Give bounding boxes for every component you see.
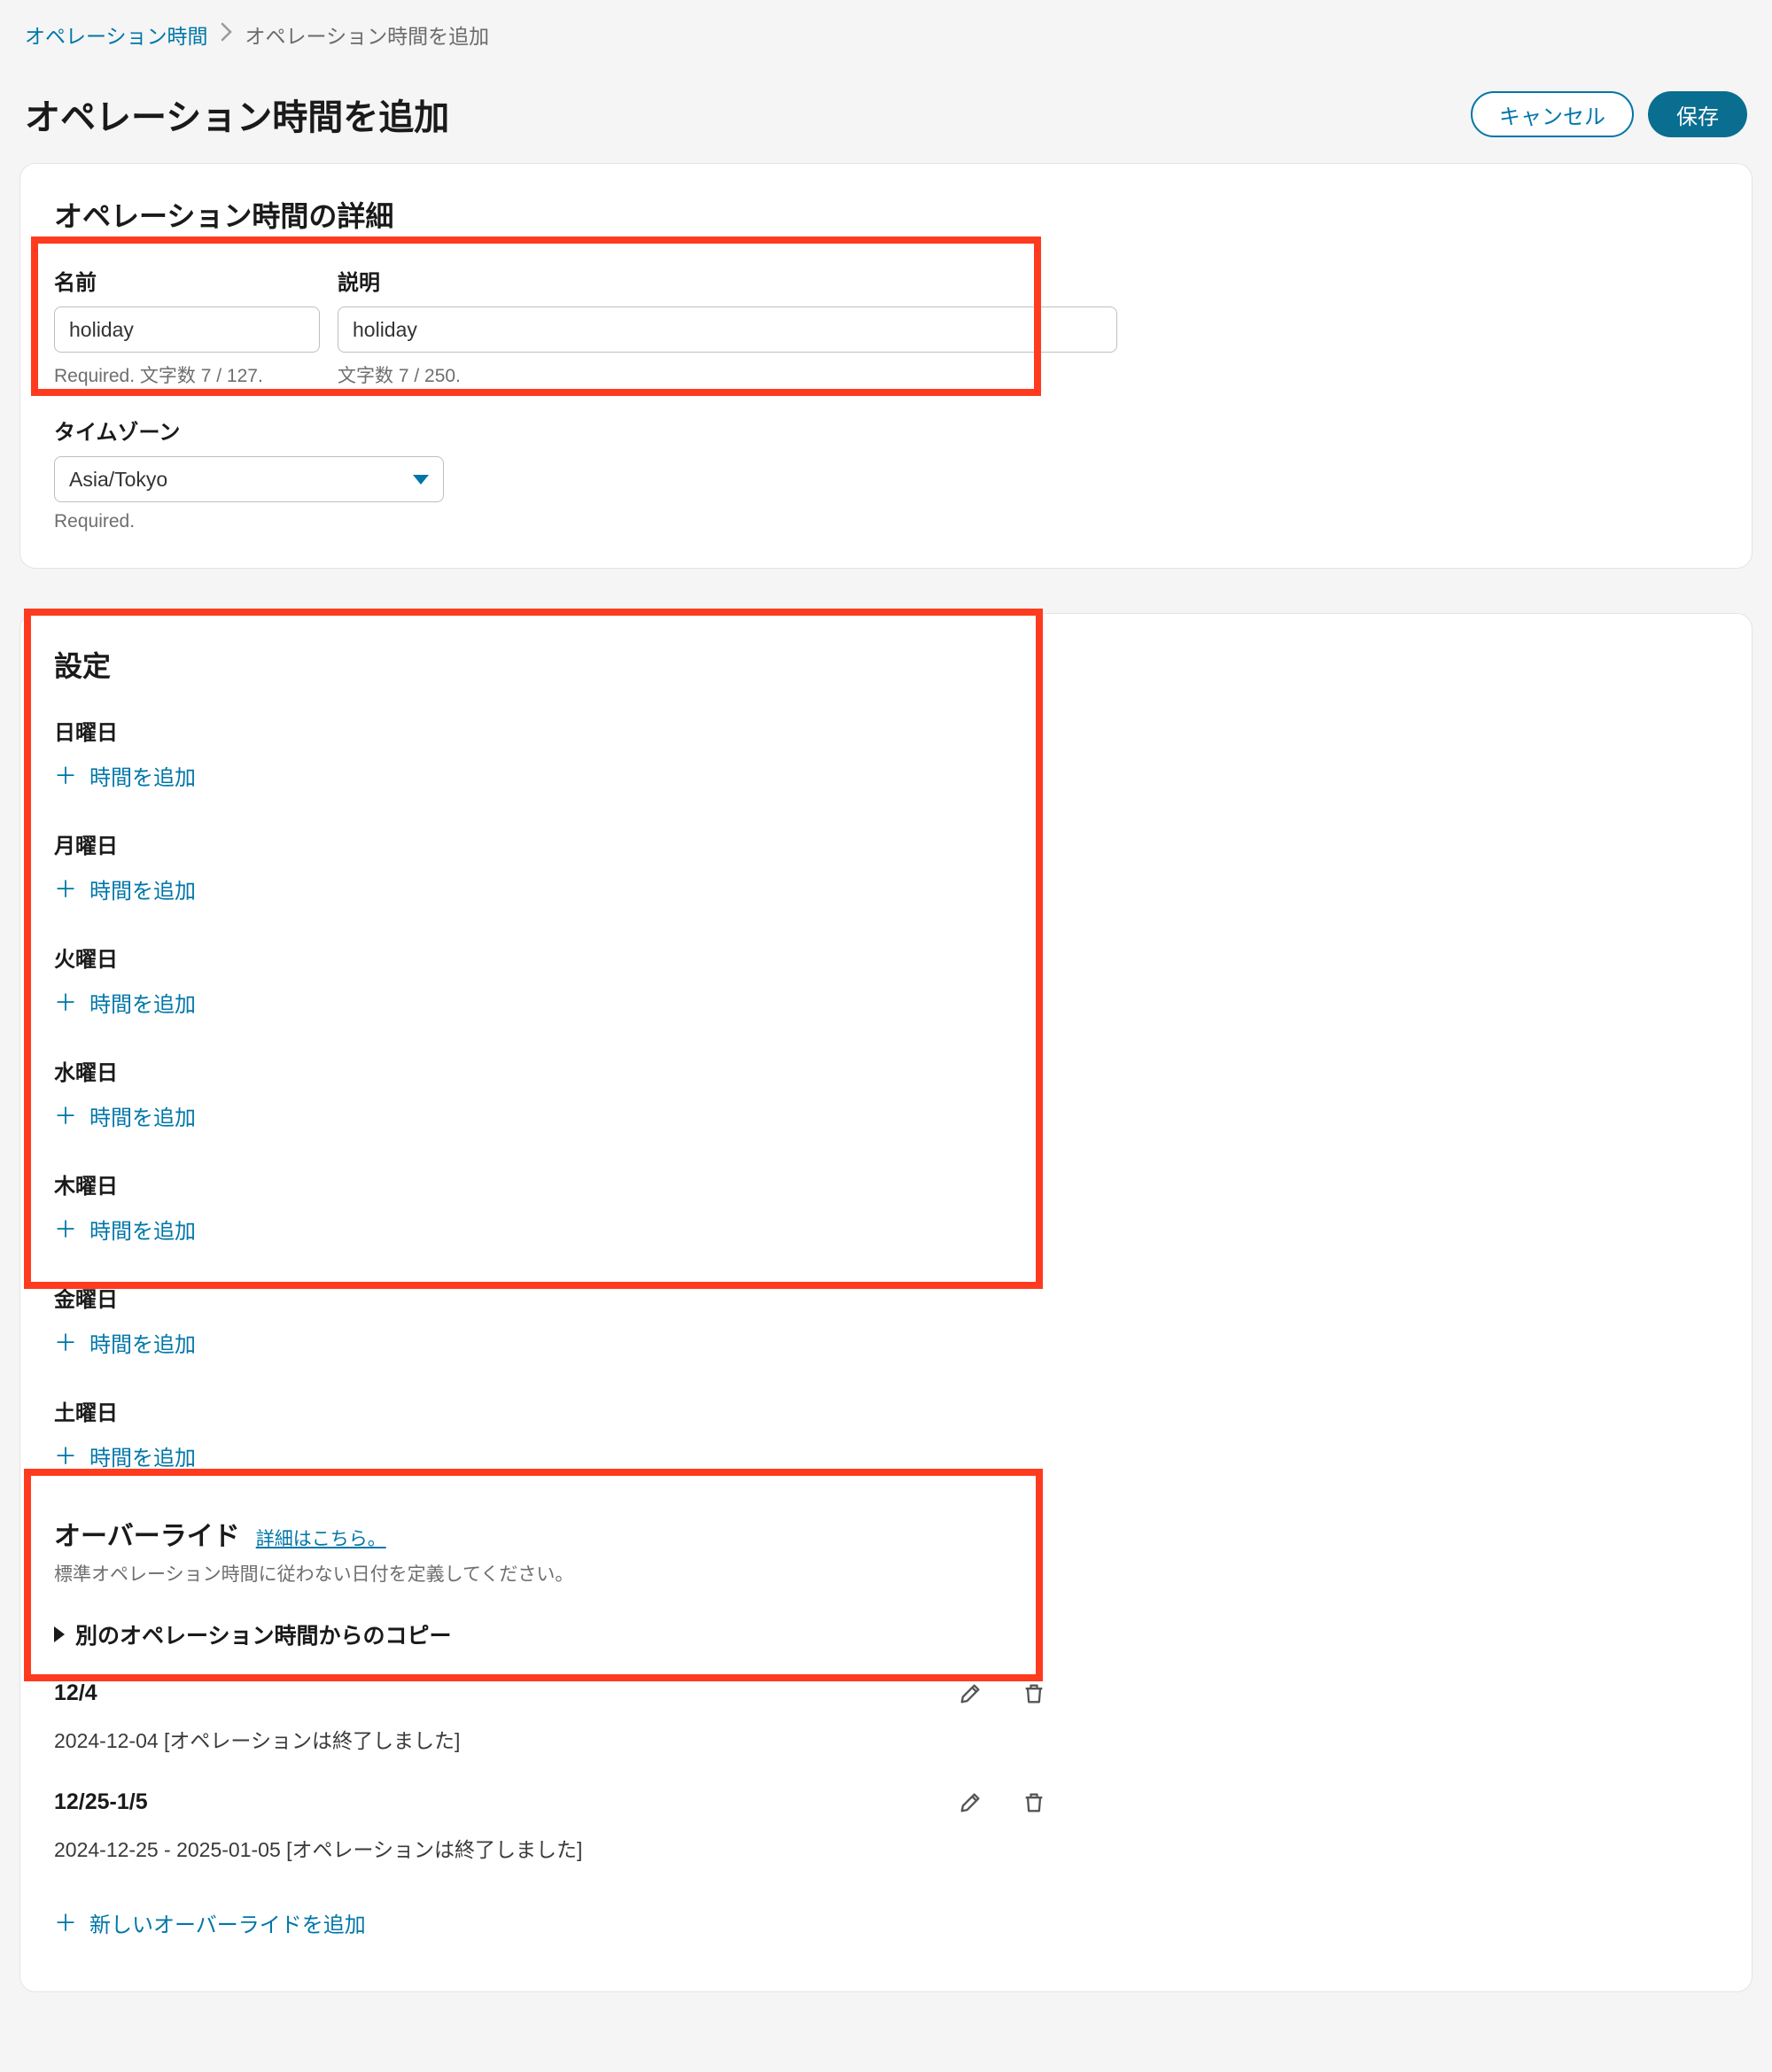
name-field: 名前 Required. 文字数 7 / 127.	[54, 265, 320, 388]
save-button[interactable]: 保存	[1648, 91, 1747, 137]
breadcrumb: オペレーション時間 オペレーション時間を追加	[19, 19, 1753, 50]
add-time-label: 時間を追加	[89, 873, 196, 904]
breadcrumb-current: オペレーション時間を追加	[245, 19, 490, 50]
override-description: 標準オペレーション時間に従わない日付を定義してください。	[54, 1560, 1718, 1587]
override-item-detail: 2024-12-25 - 2025-01-05 [オペレーションは終了しました]	[54, 1833, 1718, 1863]
name-input[interactable]	[54, 307, 320, 353]
override-title: オーバーライド	[54, 1514, 240, 1553]
chevron-right-icon	[221, 22, 233, 47]
day-label: 火曜日	[54, 942, 1718, 973]
add-time-label: 時間を追加	[89, 1214, 196, 1245]
day-label: 月曜日	[54, 828, 1718, 859]
timezone-field: タイムゾーン Asia/Tokyo Required.	[54, 415, 444, 532]
plus-icon: ＋	[54, 991, 77, 1014]
description-field: 説明 文字数 7 / 250.	[338, 265, 1117, 388]
override-item-detail: 2024-12-04 [オペレーションは終了しました]	[54, 1724, 1718, 1754]
add-time-button[interactable]: ＋ 時間を追加	[54, 1100, 196, 1131]
day-block: 土曜日 ＋ 時間を追加	[54, 1395, 1718, 1471]
copy-label: 別のオペレーション時間からのコピー	[75, 1618, 452, 1650]
details-panel-title: オペレーション時間の詳細	[54, 194, 1718, 235]
header-actions: キャンセル 保存	[1471, 91, 1747, 137]
add-override-label: 新しいオーバーライドを追加	[89, 1907, 366, 1938]
copy-from-other-toggle[interactable]: 別のオペレーション時間からのコピー	[54, 1618, 1718, 1650]
caret-down-icon	[413, 475, 429, 485]
day-label: 金曜日	[54, 1282, 1718, 1313]
delete-icon[interactable]	[1022, 1790, 1046, 1815]
day-block: 金曜日 ＋ 時間を追加	[54, 1282, 1718, 1358]
overrides-list: 12/4 2024-12-04 [オペレーションは終了しました] 12/25-1/5…	[54, 1680, 1718, 1863]
add-time-label: 時間を追加	[89, 1100, 196, 1131]
override-header: オーバーライド 詳細はこちら。	[54, 1514, 1718, 1553]
name-desc-row: 名前 Required. 文字数 7 / 127. 説明 文字数 7 / 250…	[54, 265, 1718, 388]
timezone-value: Asia/Tokyo	[69, 468, 167, 492]
edit-icon[interactable]	[958, 1681, 983, 1706]
add-time-button[interactable]: ＋ 時間を追加	[54, 1440, 196, 1471]
override-more-link[interactable]: 詳細はこちら。	[256, 1525, 386, 1551]
delete-icon[interactable]	[1022, 1681, 1046, 1706]
day-block: 月曜日 ＋ 時間を追加	[54, 828, 1718, 904]
day-label: 土曜日	[54, 1395, 1718, 1426]
override-item: 12/25-1/5 2024-12-25 - 2025-01-05 [オペレーショ…	[54, 1789, 1718, 1863]
override-item-actions	[958, 1681, 1046, 1706]
override-item-title: 12/25-1/5	[54, 1789, 148, 1815]
settings-panel: 設定 日曜日＋時間を追加月曜日＋時間を追加火曜日＋時間を追加水曜日＋時間を追加木…	[19, 613, 1753, 1992]
add-time-label: 時間を追加	[89, 1440, 196, 1471]
add-time-button[interactable]: ＋ 時間を追加	[54, 873, 196, 904]
timezone-hint: Required.	[54, 511, 444, 532]
plus-icon: ＋	[54, 764, 77, 788]
breadcrumb-parent-link[interactable]: オペレーション時間	[25, 19, 208, 50]
day-block: 木曜日 ＋ 時間を追加	[54, 1168, 1718, 1245]
day-label: 日曜日	[54, 715, 1718, 746]
day-block: 日曜日 ＋ 時間を追加	[54, 715, 1718, 791]
plus-icon: ＋	[54, 1445, 77, 1468]
add-time-button[interactable]: ＋ 時間を追加	[54, 987, 196, 1018]
name-label: 名前	[54, 265, 320, 296]
description-hint: 文字数 7 / 250.	[338, 361, 1117, 388]
name-hint: Required. 文字数 7 / 127.	[54, 361, 320, 388]
plus-icon: ＋	[54, 1331, 77, 1354]
plus-icon: ＋	[54, 1912, 77, 1935]
add-time-label: 時間を追加	[89, 987, 196, 1018]
override-item: 12/4 2024-12-04 [オペレーションは終了しました]	[54, 1680, 1718, 1754]
add-time-button[interactable]: ＋ 時間を追加	[54, 1214, 196, 1245]
override-item-title: 12/4	[54, 1680, 97, 1706]
add-time-button[interactable]: ＋ 時間を追加	[54, 760, 196, 791]
plus-icon: ＋	[54, 1218, 77, 1241]
add-time-label: 時間を追加	[89, 760, 196, 791]
triangle-right-icon	[54, 1626, 65, 1642]
settings-panel-title: 設定	[54, 644, 1718, 685]
timezone-select[interactable]: Asia/Tokyo	[54, 456, 444, 502]
details-panel: オペレーション時間の詳細 名前 Required. 文字数 7 / 127. 説…	[19, 163, 1753, 569]
day-block: 火曜日 ＋ 時間を追加	[54, 942, 1718, 1018]
timezone-label: タイムゾーン	[54, 415, 444, 446]
override-item-actions	[958, 1790, 1046, 1815]
day-label: 木曜日	[54, 1168, 1718, 1199]
edit-icon[interactable]	[958, 1790, 983, 1815]
page-title: オペレーション時間を追加	[25, 89, 449, 140]
description-input[interactable]	[338, 307, 1117, 353]
day-label: 水曜日	[54, 1055, 1718, 1086]
days-list: 日曜日＋時間を追加月曜日＋時間を追加火曜日＋時間を追加水曜日＋時間を追加木曜日＋…	[54, 715, 1718, 1471]
add-override-button[interactable]: ＋ 新しいオーバーライドを追加	[54, 1907, 366, 1938]
cancel-button[interactable]: キャンセル	[1471, 91, 1634, 137]
add-time-button[interactable]: ＋ 時間を追加	[54, 1327, 196, 1358]
add-time-label: 時間を追加	[89, 1327, 196, 1358]
description-label: 説明	[338, 265, 1117, 296]
plus-icon: ＋	[54, 878, 77, 901]
day-block: 水曜日 ＋ 時間を追加	[54, 1055, 1718, 1131]
plus-icon: ＋	[54, 1105, 77, 1128]
page-header: オペレーション時間を追加 キャンセル 保存	[19, 89, 1753, 140]
